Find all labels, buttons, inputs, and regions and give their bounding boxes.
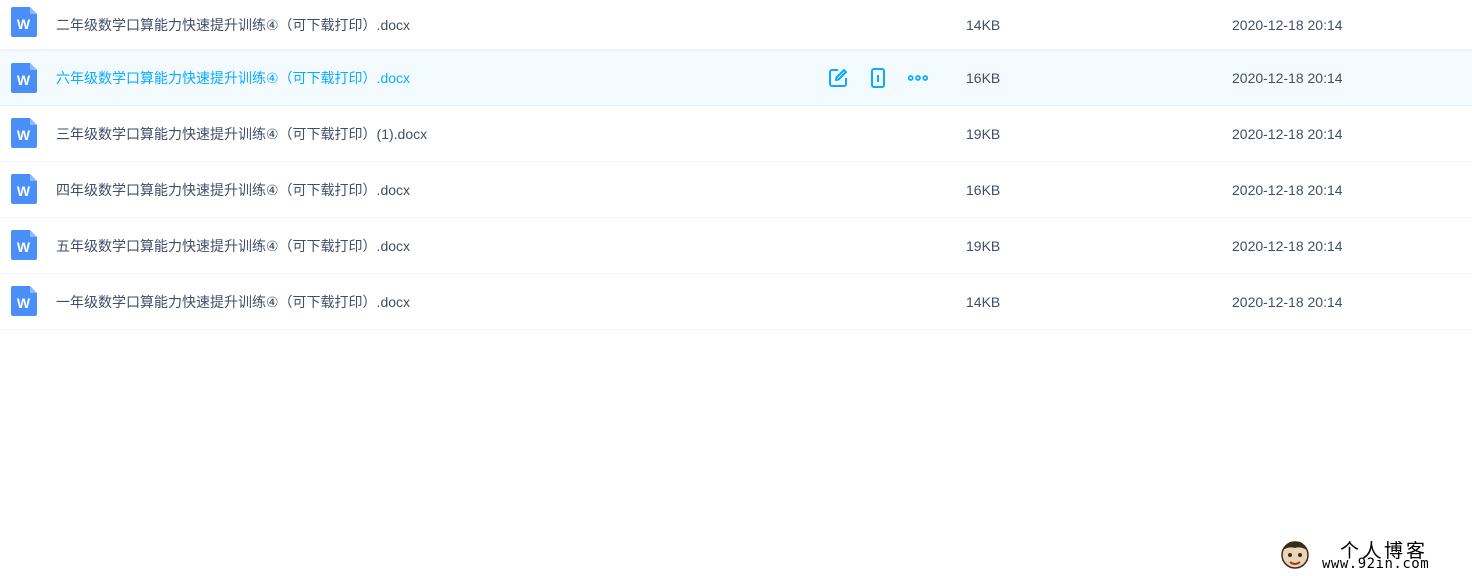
edit-icon[interactable] <box>828 68 848 88</box>
file-row[interactable]: W 三年级数学口算能力快速提升训练④（可下载打印）(1).docx 19KB 2… <box>0 106 1472 162</box>
svg-text:W: W <box>17 72 31 88</box>
blog-watermark: 个人博客 www.92in.com <box>1278 534 1468 574</box>
more-icon[interactable] <box>908 68 928 88</box>
file-size: 14KB <box>966 16 1001 33</box>
svg-text:W: W <box>17 295 31 311</box>
file-size: 16KB <box>966 70 1001 86</box>
file-name[interactable]: 一年级数学口算能力快速提升训练④（可下载打印）.docx <box>56 292 410 312</box>
file-list: W 二年级数学口算能力快速提升训练④（可下载打印）.docx 14KB 2020… <box>0 0 1472 330</box>
file-date: 2020-12-18 20:14 <box>1232 237 1343 254</box>
file-name[interactable]: 五年级数学口算能力快速提升训练④（可下载打印）.docx <box>56 236 410 256</box>
file-date: 2020-12-18 20:14 <box>1232 293 1343 310</box>
svg-text:W: W <box>17 127 31 143</box>
svg-text:W: W <box>17 183 31 199</box>
file-row[interactable]: W 一年级数学口算能力快速提升训练④（可下载打印）.docx 14KB 2020… <box>0 274 1472 330</box>
file-date: 2020-12-18 20:14 <box>1232 125 1343 142</box>
svg-text:W: W <box>17 239 31 255</box>
file-row[interactable]: W 二年级数学口算能力快速提升训练④（可下载打印）.docx 14KB 2020… <box>0 0 1472 50</box>
file-size: 16KB <box>966 181 1001 198</box>
word-doc-icon: W <box>11 230 37 260</box>
file-name[interactable]: 四年级数学口算能力快速提升训练④（可下载打印）.docx <box>56 180 410 200</box>
file-size: 14KB <box>966 293 1001 310</box>
file-name[interactable]: 六年级数学口算能力快速提升训练④（可下载打印）.docx <box>56 68 410 88</box>
word-doc-icon: W <box>11 118 37 148</box>
watermark-url: www.92in.com <box>1322 556 1430 572</box>
word-doc-icon: W <box>11 63 37 93</box>
word-doc-icon: W <box>11 286 37 316</box>
file-date: 2020-12-18 20:14 <box>1232 16 1343 33</box>
word-doc-icon: W <box>11 7 37 37</box>
file-name[interactable]: 二年级数学口算能力快速提升训练④（可下载打印）.docx <box>56 15 410 35</box>
mascot-face-icon <box>1281 541 1309 569</box>
file-row-hovered[interactable]: W 六年级数学口算能力快速提升训练④（可下载打印）.docx 16KB 2020… <box>0 50 1472 106</box>
row-actions <box>828 68 928 88</box>
word-doc-icon: W <box>11 174 37 204</box>
file-name[interactable]: 三年级数学口算能力快速提升训练④（可下载打印）(1).docx <box>56 124 427 144</box>
file-date: 2020-12-18 20:14 <box>1232 181 1343 198</box>
file-size: 19KB <box>966 125 1001 142</box>
file-date: 2020-12-18 20:14 <box>1232 70 1343 86</box>
file-row[interactable]: W 四年级数学口算能力快速提升训练④（可下载打印）.docx 16KB 2020… <box>0 162 1472 218</box>
file-row[interactable]: W 五年级数学口算能力快速提升训练④（可下载打印）.docx 19KB 2020… <box>0 218 1472 274</box>
phone-icon[interactable] <box>868 68 888 88</box>
file-size: 19KB <box>966 237 1001 254</box>
svg-text:W: W <box>17 16 31 32</box>
